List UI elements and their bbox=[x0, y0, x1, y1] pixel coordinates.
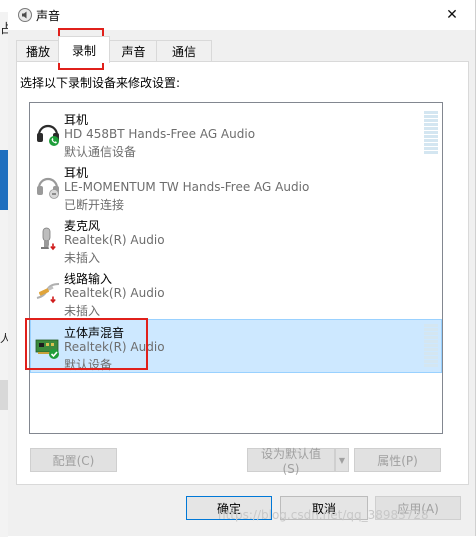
device-name: 耳机 bbox=[64, 166, 89, 180]
device-status: 未插入 bbox=[64, 304, 101, 318]
tab-communications[interactable]: 通信 bbox=[156, 40, 212, 62]
speaker-icon bbox=[18, 8, 32, 22]
device-driver: Realtek(R) Audio bbox=[64, 286, 165, 300]
background-strip bbox=[0, 380, 8, 410]
set-default-button[interactable]: 设为默认值(S) bbox=[247, 447, 335, 476]
device-name: 立体声混音 bbox=[64, 326, 125, 340]
properties-button[interactable]: 属性(P) bbox=[354, 448, 441, 472]
disconnected-badge-icon bbox=[49, 189, 59, 199]
device-name: 线路输入 bbox=[64, 272, 113, 286]
unplugged-badge-icon bbox=[48, 242, 58, 252]
device-status: 未插入 bbox=[64, 251, 101, 265]
close-icon: ✕ bbox=[446, 7, 458, 23]
sound-card-icon bbox=[35, 339, 59, 359]
device-item-microphone[interactable]: 麦克风 Realtek(R) Audio 未插入 bbox=[31, 213, 441, 265]
level-meter bbox=[424, 111, 438, 155]
tab-playback[interactable]: 播放 bbox=[16, 40, 60, 62]
device-name: 耳机 bbox=[64, 113, 89, 127]
line-in-icon bbox=[36, 283, 60, 305]
unplugged-badge-icon bbox=[48, 295, 58, 305]
device-item-stereo-mix[interactable]: 立体声混音 Realtek(R) Audio 默认设备 bbox=[30, 319, 442, 373]
phone-badge-icon bbox=[49, 136, 59, 146]
recording-device-list[interactable]: 耳机 HD 458BT Hands-Free AG Audio 默认通信设备 耳… bbox=[29, 102, 443, 434]
headset-icon bbox=[37, 124, 59, 146]
device-driver: HD 458BT Hands-Free AG Audio bbox=[64, 127, 256, 141]
instructions-label: 选择以下录制设备来修改设置: bbox=[20, 76, 181, 90]
background-strip bbox=[0, 0, 8, 12]
headset-icon bbox=[37, 177, 59, 199]
tab-recording[interactable]: 录制 bbox=[58, 36, 110, 63]
device-status: 已断开连接 bbox=[64, 198, 125, 212]
device-item-headset-hd458bt[interactable]: 耳机 HD 458BT Hands-Free AG Audio 默认通信设备 bbox=[31, 107, 441, 159]
microphone-icon bbox=[41, 227, 58, 252]
configure-button[interactable]: 配置(C) bbox=[30, 448, 117, 472]
device-item-line-in[interactable]: 线路输入 Realtek(R) Audio 未插入 bbox=[31, 266, 441, 318]
device-driver: Realtek(R) Audio bbox=[64, 340, 165, 354]
device-item-headset-le-momentum[interactable]: 耳机 LE-MOMENTUM TW Hands-Free AG Audio 已断… bbox=[31, 160, 441, 212]
device-driver: LE-MOMENTUM TW Hands-Free AG Audio bbox=[64, 180, 310, 194]
title-bar[interactable]: 声音 ✕ bbox=[8, 0, 475, 30]
window-title: 声音 bbox=[36, 9, 61, 23]
device-name: 麦克风 bbox=[64, 219, 101, 233]
device-status: 默认通信设备 bbox=[64, 145, 137, 159]
device-status: 默认设备 bbox=[64, 358, 113, 372]
background-window: 占 人 bbox=[0, 0, 13, 537]
default-check-badge-icon bbox=[49, 349, 59, 359]
tab-sounds[interactable]: 声音 bbox=[109, 40, 158, 62]
level-meter bbox=[424, 324, 438, 368]
watermark: https://blog.csdn.net/qq_38983728 bbox=[218, 508, 429, 522]
chevron-down-icon: ▼ bbox=[338, 455, 346, 465]
set-default-dropdown[interactable]: ▼ bbox=[335, 448, 349, 472]
close-button[interactable]: ✕ bbox=[429, 0, 475, 30]
device-driver: Realtek(R) Audio bbox=[64, 233, 165, 247]
background-strip bbox=[0, 150, 8, 210]
